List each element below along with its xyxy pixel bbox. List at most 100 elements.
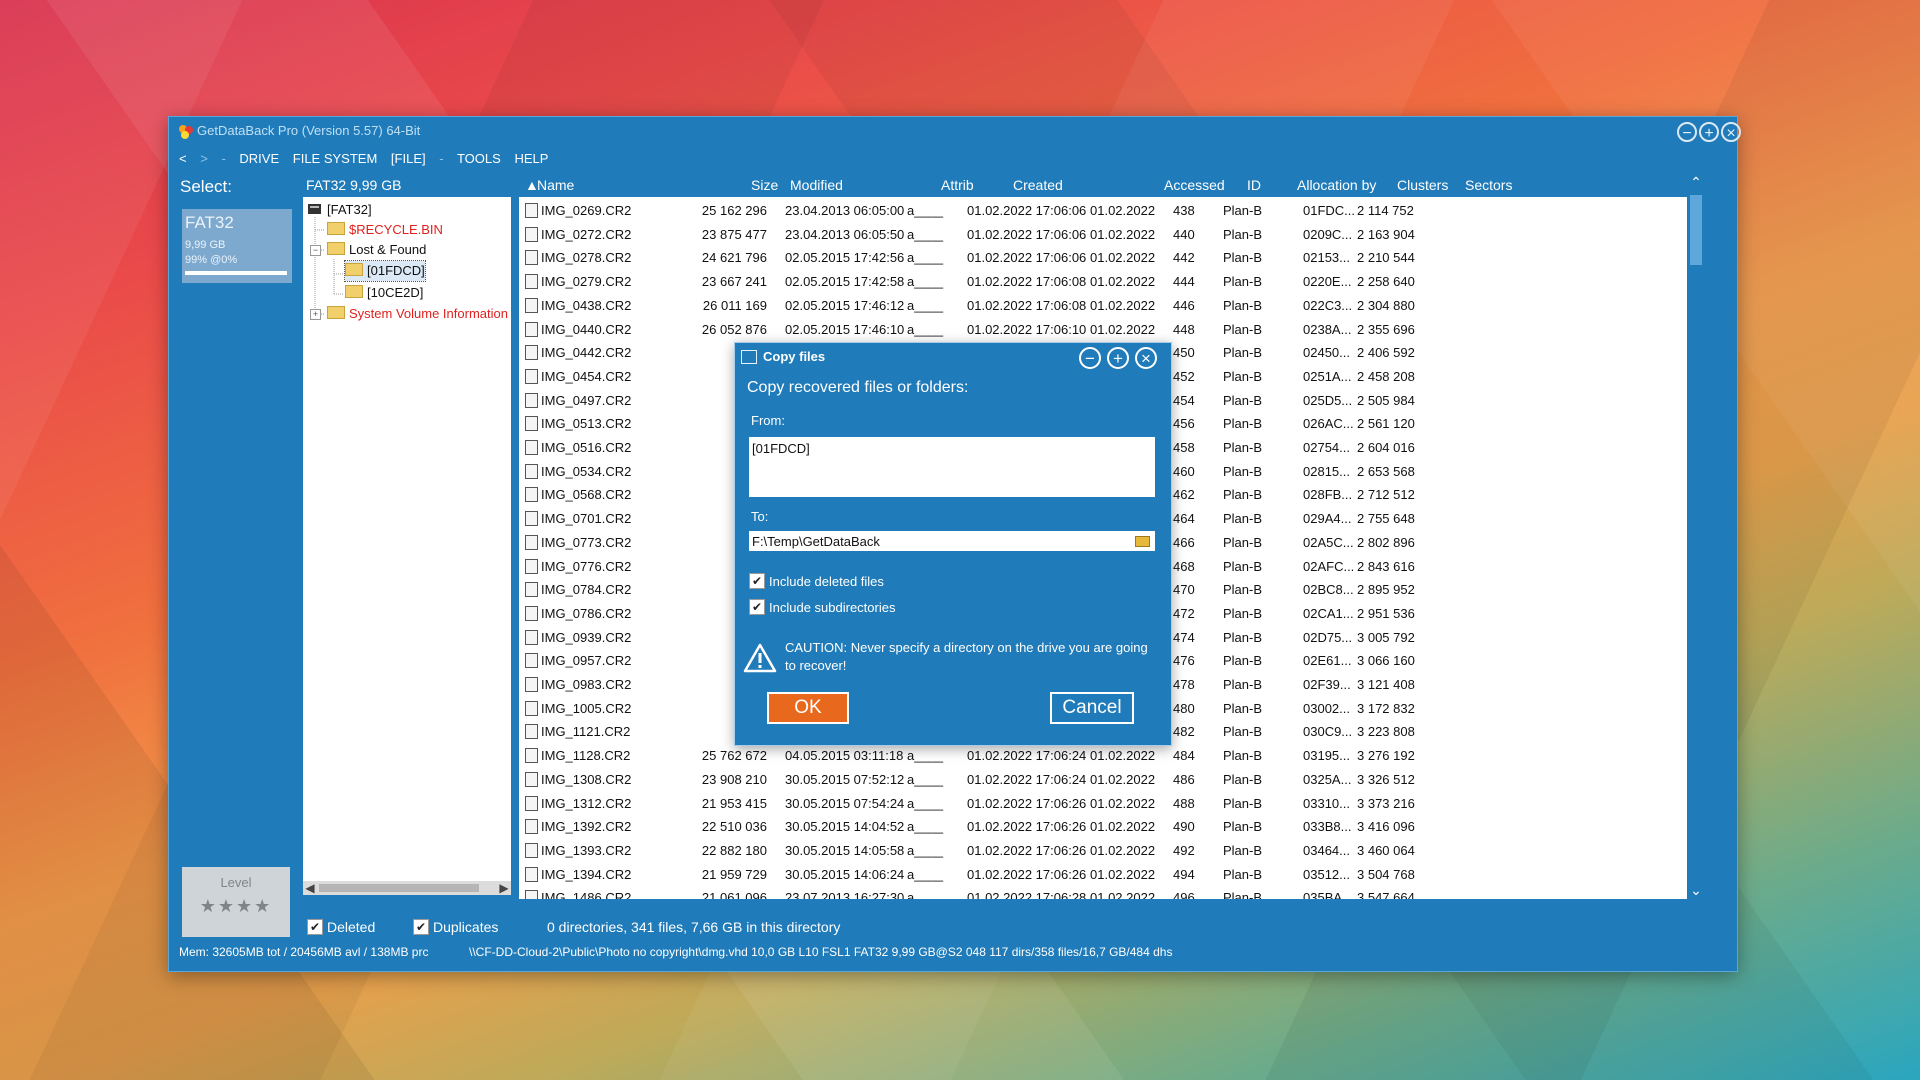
from-field[interactable]: [01FDCD] (749, 437, 1155, 497)
tree-item-label: $RECYCLE.BIN (349, 222, 443, 237)
table-row[interactable]: IMG_1392.CR2 22 510 036 30.05.2015 14:04:5… (519, 815, 1687, 838)
tree-item-01fdcd[interactable]: [01FDCD] (344, 260, 426, 282)
duplicates-checkbox[interactable]: ✔ (413, 919, 429, 935)
drive-percent: 99% @0% (185, 254, 238, 266)
maximize-button[interactable]: + (1699, 122, 1719, 142)
tree-item-10ce2d[interactable]: [10CE2D] (345, 283, 423, 303)
cell-id: 458 (1173, 440, 1195, 455)
drive-size: 9,99 GB (185, 239, 226, 251)
cell-modified: 30.05.2015 07:54:24 (785, 795, 905, 811)
drive-tile-fat32[interactable]: FAT32 9,99 GB 99% @0% (182, 209, 292, 283)
back-button[interactable]: < (179, 151, 187, 166)
cell-id: 470 (1173, 582, 1195, 598)
cell-accessed: 01.02.2022 (1090, 866, 1156, 882)
ok-button[interactable]: OK (767, 692, 849, 724)
dialog-minimize-button[interactable]: − (1079, 347, 1101, 369)
cell-size: 23 908 210 (701, 771, 767, 787)
close-button[interactable]: × (1721, 122, 1741, 142)
cell-allocation: Plan-B (1223, 866, 1263, 882)
to-label: To: (751, 509, 769, 524)
browse-folder-button[interactable] (1129, 531, 1155, 551)
table-row[interactable]: IMG_1393.CR2 22 882 180 30.05.2015 14:05:5… (519, 839, 1687, 862)
scroll-thumb[interactable] (1690, 195, 1702, 265)
collapse-icon[interactable]: − (310, 245, 321, 256)
cell-clusters: 01FDC... (1303, 203, 1356, 218)
dialog-maximize-button[interactable]: + (1107, 347, 1129, 369)
dialog-close-button[interactable]: × (1135, 347, 1157, 369)
cell-clusters: 03464... (1303, 842, 1350, 858)
cell-id: 486 (1173, 771, 1195, 787)
cell-allocation: Plan-B (1223, 700, 1263, 716)
column-created[interactable]: Created (1013, 177, 1063, 193)
table-row[interactable]: IMG_1486.CR2 21 061 096 23.07.2013 16:27:3… (519, 886, 1687, 899)
list-vertical-scrollbar[interactable]: ⌃ ⌄ (1687, 173, 1705, 899)
menu-tools[interactable]: TOOLS (457, 151, 501, 166)
scroll-thumb[interactable] (319, 884, 479, 892)
table-row[interactable]: IMG_1308.CR2 23 908 210 30.05.2015 07:52:1… (519, 768, 1687, 791)
include-deleted-checkbox[interactable]: ✔ (749, 573, 765, 589)
column-allocation[interactable]: Allocation by (1297, 177, 1376, 193)
cell-modified: 30.05.2015 14:04:52 (785, 819, 905, 835)
cell-allocation: Plan-B (1223, 416, 1263, 432)
column-clusters[interactable]: Clusters (1397, 177, 1448, 193)
table-row[interactable]: IMG_0272.CR2 23 875 477 23.04.2013 06:05:5… (519, 223, 1687, 246)
cell-created: 01.02.2022 17:06:24 (967, 748, 1087, 764)
cell-clusters: 033B8... (1303, 819, 1352, 835)
folder-icon (327, 242, 345, 255)
column-sectors[interactable]: Sectors (1465, 177, 1512, 193)
minimize-button[interactable]: − (1677, 122, 1697, 142)
tree-item-recycle-bin[interactable]: $RECYCLE.BIN (327, 220, 443, 240)
cell-sectors: 3 121 408 (1357, 677, 1415, 692)
tree-horizontal-scrollbar[interactable]: ◀ ▶ (303, 881, 511, 895)
table-row[interactable]: IMG_0279.CR2 23 667 241 02.05.2015 17:42:5… (519, 270, 1687, 293)
scroll-left-icon[interactable]: ◀ (303, 881, 317, 895)
cell-id: 454 (1173, 392, 1195, 408)
menu-drive[interactable]: DRIVE (239, 151, 279, 166)
table-row[interactable]: IMG_0438.CR2 26 011 169 02.05.2015 17:46:1… (519, 294, 1687, 317)
table-row[interactable]: IMG_1312.CR2 21 953 415 30.05.2015 07:54:2… (519, 792, 1687, 815)
scroll-up-icon[interactable]: ⌃ (1687, 173, 1705, 191)
column-attrib[interactable]: Attrib (941, 177, 974, 193)
column-name[interactable]: Name (537, 177, 574, 193)
cell-name: IMG_1394.CR2 (541, 866, 632, 882)
menu-file-system[interactable]: FILE SYSTEM (293, 151, 378, 166)
column-accessed[interactable]: Accessed (1164, 177, 1225, 193)
file-icon (525, 866, 538, 882)
table-row[interactable]: IMG_1394.CR2 21 959 729 30.05.2015 14:06:2… (519, 863, 1687, 886)
column-size[interactable]: Size (751, 177, 778, 193)
cell-size: 22 882 180 (701, 842, 767, 858)
cell-size: 26 052 876 (701, 321, 767, 337)
cell-clusters: 0209C... (1303, 226, 1353, 242)
menu-help[interactable]: HELP (514, 151, 548, 166)
table-row[interactable]: IMG_0440.CR2 26 052 876 02.05.2015 17:46:1… (519, 318, 1687, 341)
scroll-right-icon[interactable]: ▶ (497, 881, 511, 895)
scroll-down-icon[interactable]: ⌄ (1687, 881, 1705, 899)
title-bar[interactable]: GetDataBack Pro (Version 5.57) 64-Bit − … (169, 117, 1741, 147)
cancel-button[interactable]: Cancel (1050, 692, 1134, 724)
tree-item-system-volume[interactable]: System Volume Information (327, 304, 508, 324)
cell-name: IMG_0534.CR2 (541, 463, 632, 479)
to-path-input[interactable] (749, 531, 1129, 551)
table-row[interactable]: IMG_1128.CR2 25 762 672 04.05.2015 03:11:1… (519, 744, 1687, 767)
column-id[interactable]: ID (1247, 177, 1261, 193)
folder-icon (345, 285, 363, 298)
deleted-checkbox[interactable]: ✔ (307, 919, 323, 935)
table-row[interactable]: IMG_0278.CR2 24 621 796 02.05.2015 17:42:5… (519, 246, 1687, 269)
tree-item-root[interactable]: [FAT32] (307, 200, 372, 220)
cell-modified: 30.05.2015 14:06:24 (785, 866, 905, 882)
cell-allocation: Plan-B (1223, 629, 1263, 645)
include-subdirs-checkbox[interactable]: ✔ (749, 599, 765, 615)
column-modified[interactable]: Modified (790, 177, 843, 193)
table-row[interactable]: IMG_0269.CR2 25 162 296 23.04.2013 06:05:0… (519, 199, 1687, 222)
forward-button[interactable]: > (200, 151, 208, 166)
deleted-label: Deleted (327, 919, 376, 935)
menu-file[interactable]: [FILE] (391, 151, 426, 166)
file-icon (525, 890, 538, 899)
cell-allocation: Plan-B (1223, 795, 1263, 811)
cell-id: 484 (1173, 748, 1195, 764)
expand-icon[interactable]: + (310, 309, 321, 320)
tree-item-lost-found[interactable]: Lost & Found (327, 240, 426, 260)
cell-id: 460 (1173, 463, 1195, 479)
cell-name: IMG_0568.CR2 (541, 487, 632, 503)
cell-clusters: 02D75... (1303, 629, 1353, 645)
